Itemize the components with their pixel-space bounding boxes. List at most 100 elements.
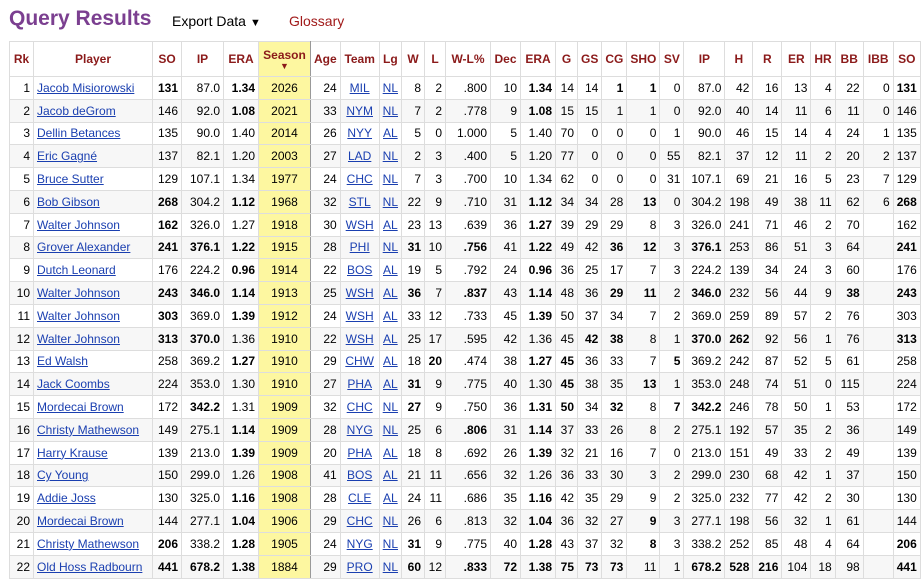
column-header-so-2[interactable]: SO xyxy=(152,41,182,77)
team-link[interactable]: LAD xyxy=(348,149,371,163)
team-link[interactable]: STL xyxy=(349,195,371,209)
league-link[interactable]: AL xyxy=(383,309,398,323)
player-link[interactable]: Jacob deGrom xyxy=(37,104,116,118)
team-link[interactable]: CHC xyxy=(347,514,373,528)
team-link[interactable]: NYG xyxy=(347,537,373,551)
league-link[interactable]: NL xyxy=(383,514,398,528)
team-link[interactable]: PHI xyxy=(350,240,370,254)
column-header-hr-23[interactable]: HR xyxy=(810,41,836,77)
team-link[interactable]: WSH xyxy=(346,332,374,346)
league-link[interactable]: NL xyxy=(383,104,398,118)
team-link[interactable]: CLE xyxy=(348,491,371,505)
player-link[interactable]: Christy Mathewson xyxy=(37,537,139,551)
player-link[interactable]: Bruce Sutter xyxy=(37,172,104,186)
team-link[interactable]: PRO xyxy=(347,560,373,574)
cell-season: 1977 xyxy=(258,167,311,191)
player-link[interactable]: Bob Gibson xyxy=(37,195,100,209)
player-link[interactable]: Addie Joss xyxy=(37,491,96,505)
column-header-lg-8[interactable]: Lg xyxy=(378,41,403,77)
export-data-menu[interactable]: Export Data ▼ xyxy=(172,13,261,29)
column-header-era-4[interactable]: ERA xyxy=(223,41,259,77)
team-link[interactable]: WSH xyxy=(346,218,374,232)
team-link[interactable]: WSH xyxy=(346,309,374,323)
player-link[interactable]: Christy Mathewson xyxy=(37,423,139,437)
player-link[interactable]: Ed Walsh xyxy=(37,354,88,368)
column-header-so-26[interactable]: SO xyxy=(892,41,921,77)
league-link[interactable]: NL xyxy=(383,400,398,414)
column-header-ibb-25[interactable]: IBB xyxy=(862,41,894,77)
glossary-link[interactable]: Glossary xyxy=(289,13,344,29)
player-link[interactable]: Eric Gagné xyxy=(37,149,97,163)
column-header-dec-12[interactable]: Dec xyxy=(490,41,522,77)
league-link[interactable]: NL xyxy=(383,172,398,186)
cell-rk: 11 xyxy=(9,303,34,328)
league-link[interactable]: AL xyxy=(383,377,398,391)
league-link[interactable]: AL xyxy=(383,218,398,232)
cell-era: 1.34 xyxy=(223,167,259,191)
league-link[interactable]: NL xyxy=(383,560,398,574)
player-link[interactable]: Walter Johnson xyxy=(37,332,120,346)
player-link[interactable]: Walter Johnson xyxy=(37,309,120,323)
league-link[interactable]: NL xyxy=(383,240,398,254)
team-link[interactable]: NYG xyxy=(347,423,373,437)
team-link[interactable]: BOS xyxy=(347,263,372,277)
league-link[interactable]: AL xyxy=(383,126,398,140)
column-header-season-5[interactable]: Season ▼ xyxy=(258,41,311,77)
player-link[interactable]: Dellin Betances xyxy=(37,126,120,140)
league-link[interactable]: AL xyxy=(383,491,398,505)
column-header-g-14[interactable]: G xyxy=(555,41,579,77)
cell-dec: 45 xyxy=(490,303,522,328)
column-header-ip-3[interactable]: IP xyxy=(181,41,224,77)
league-link[interactable]: AL xyxy=(383,263,398,277)
league-link[interactable]: NL xyxy=(383,195,398,209)
player-link[interactable]: Jacob Misiorowski xyxy=(37,81,134,95)
league-link[interactable]: AL xyxy=(383,468,398,482)
column-header-er-22[interactable]: ER xyxy=(781,41,812,77)
column-header-age-6[interactable]: Age xyxy=(310,41,341,77)
cell-rk: 18 xyxy=(9,463,34,488)
column-header-w-l--11[interactable]: W-L% xyxy=(445,41,492,77)
player-link[interactable]: Jack Coombs xyxy=(37,377,110,391)
player-link[interactable]: Cy Young xyxy=(37,468,88,482)
column-header-w-9[interactable]: W xyxy=(401,41,426,77)
player-link[interactable]: Dutch Leonard xyxy=(37,263,116,277)
player-link[interactable]: Walter Johnson xyxy=(37,218,120,232)
column-header-sv-18[interactable]: SV xyxy=(659,41,685,77)
league-link[interactable]: NL xyxy=(383,537,398,551)
team-link[interactable]: MIL xyxy=(350,81,370,95)
league-link[interactable]: AL xyxy=(383,286,398,300)
league-link[interactable]: AL xyxy=(383,332,398,346)
league-link[interactable]: AL xyxy=(383,446,398,460)
player-link[interactable]: Old Hoss Radbourn xyxy=(37,560,142,574)
team-link[interactable]: CHW xyxy=(345,354,374,368)
team-link[interactable]: NYY xyxy=(347,126,372,140)
column-header-bb-24[interactable]: BB xyxy=(834,41,864,77)
column-header-player-1[interactable]: Player xyxy=(33,41,153,77)
team-link[interactable]: BOS xyxy=(347,468,372,482)
column-header-sho-17[interactable]: SHO xyxy=(626,41,661,77)
column-header-ip-19[interactable]: IP xyxy=(683,41,726,77)
player-link[interactable]: Mordecai Brown xyxy=(37,514,124,528)
column-header-era-13[interactable]: ERA xyxy=(520,41,557,77)
team-link[interactable]: PHA xyxy=(347,377,372,391)
player-link[interactable]: Mordecai Brown xyxy=(37,400,124,414)
column-header-cg-16[interactable]: CG xyxy=(601,41,628,77)
league-link[interactable]: NL xyxy=(383,81,398,95)
league-link[interactable]: NL xyxy=(383,423,398,437)
team-link[interactable]: WSH xyxy=(346,286,374,300)
team-link[interactable]: CHC xyxy=(347,400,373,414)
player-link[interactable]: Harry Krause xyxy=(37,446,108,460)
column-header-l-10[interactable]: L xyxy=(424,41,447,77)
league-link[interactable]: NL xyxy=(383,149,398,163)
column-header-rk-0[interactable]: Rk xyxy=(9,41,34,77)
team-link[interactable]: CHC xyxy=(347,172,373,186)
column-header-r-21[interactable]: R xyxy=(752,41,783,77)
column-header-gs-15[interactable]: GS xyxy=(577,41,603,77)
column-header-h-20[interactable]: H xyxy=(724,41,754,77)
team-link[interactable]: NYM xyxy=(346,104,373,118)
player-link[interactable]: Walter Johnson xyxy=(37,286,120,300)
player-link[interactable]: Grover Alexander xyxy=(37,240,130,254)
league-link[interactable]: AL xyxy=(383,354,398,368)
team-link[interactable]: PHA xyxy=(347,446,372,460)
column-header-team-7[interactable]: Team xyxy=(339,41,380,77)
